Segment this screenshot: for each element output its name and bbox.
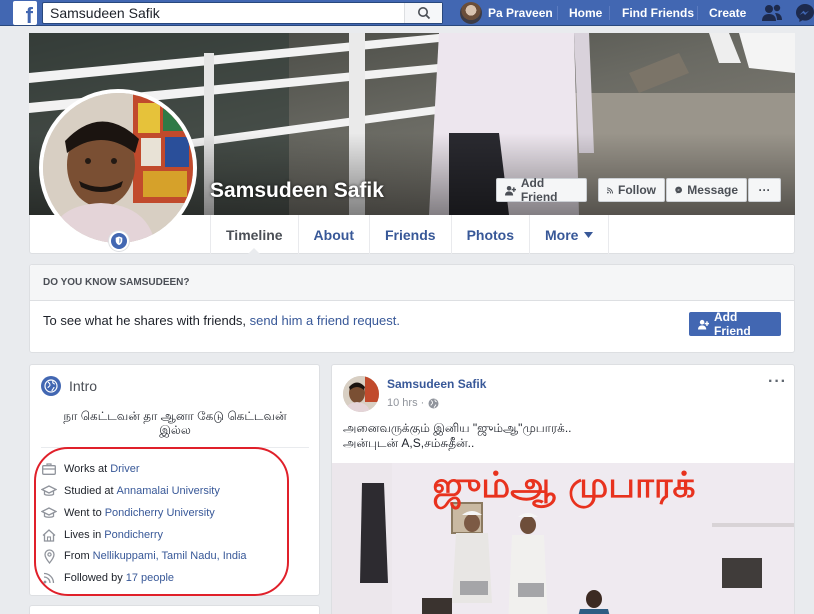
rss-icon xyxy=(607,187,613,194)
post-text: அனைவருக்கும் இனிய "ஜும்ஆ"முபாரக்.. அன்பு… xyxy=(343,421,572,451)
tab-more-label: More xyxy=(545,226,579,243)
nav-divider xyxy=(609,6,610,20)
follow-button[interactable]: Follow xyxy=(598,178,665,202)
profile-guard-shield-icon xyxy=(109,231,129,251)
friend-requests-icon[interactable] xyxy=(761,3,783,23)
do-you-know-text-prefix: To see what he shares with friends, xyxy=(43,313,250,328)
top-navigation-bar: f Pa Praveen Home Find Friends Create xyxy=(0,0,814,26)
add-friend-icon xyxy=(698,319,709,330)
post-time-text: 10 hrs · xyxy=(387,397,425,409)
message-label: Message xyxy=(687,183,738,197)
tab-photos[interactable]: Photos xyxy=(450,215,529,254)
messenger-icon xyxy=(675,186,682,194)
add-friend-icon xyxy=(505,185,516,195)
add-friend-label: Add Friend xyxy=(520,176,558,204)
tab-about-label: About xyxy=(313,226,354,243)
tab-timeline[interactable]: Timeline xyxy=(210,215,298,254)
post-author-avatar[interactable] xyxy=(343,376,379,412)
user-avatar xyxy=(460,2,482,24)
globe-icon xyxy=(41,376,61,396)
post-image-title: ஜும்ஆ முபாரக் xyxy=(432,465,696,506)
add-friend-button[interactable]: Add Friend xyxy=(496,176,587,204)
add-friend-button-secondary[interactable]: Add Friend xyxy=(689,310,781,338)
timeline-post: Samsudeen Safik 10 hrs · ··· அனைவருக்கும… xyxy=(331,364,795,614)
search-input[interactable] xyxy=(43,3,405,23)
nav-divider xyxy=(697,6,698,20)
profile-name: Samsudeen Safik xyxy=(210,179,384,202)
nav-divider xyxy=(557,6,558,20)
intro-heading: Intro xyxy=(41,376,97,396)
tab-friends[interactable]: Friends xyxy=(368,215,451,254)
add-friend-label: Add Friend xyxy=(713,310,751,338)
follow-label: Follow xyxy=(618,183,656,197)
nav-profile-link[interactable]: Pa Praveen xyxy=(460,2,553,24)
do-you-know-text: To see what he shares with friends, send… xyxy=(43,313,400,328)
post-author-name[interactable]: Samsudeen Safik xyxy=(387,377,486,391)
tab-about[interactable]: About xyxy=(297,215,369,254)
globe-privacy-icon xyxy=(428,398,439,408)
caret-down-icon xyxy=(584,231,594,238)
tab-photos-label: Photos xyxy=(466,226,515,243)
post-options-button[interactable]: ··· xyxy=(768,373,787,391)
facebook-logo-icon[interactable]: f xyxy=(13,1,37,25)
post-image[interactable]: ஜும்ஆ முபாரக் xyxy=(332,463,794,614)
tab-more[interactable]: More xyxy=(529,215,610,254)
message-button[interactable]: Message xyxy=(666,178,747,202)
red-annotation-ellipse xyxy=(34,447,289,596)
next-card xyxy=(29,605,320,614)
search-button[interactable] xyxy=(404,3,442,23)
post-text-line-2: அன்புடன் A,S,சம்சுதீன்.. xyxy=(343,436,475,450)
do-you-know-heading: DO YOU KNOW SAMSUDEEN? xyxy=(30,265,794,301)
messenger-icon[interactable] xyxy=(795,3,814,23)
more-options-icon: ··· xyxy=(758,183,771,197)
send-friend-request-link[interactable]: send him a friend request. xyxy=(250,313,400,328)
search-box xyxy=(42,2,443,24)
profile-photo xyxy=(43,93,193,243)
post-avatar-image xyxy=(343,376,379,412)
nav-create-link[interactable]: Create xyxy=(709,6,746,20)
tab-friends-label: Friends xyxy=(384,226,436,243)
intro-title: Intro xyxy=(69,378,98,394)
tab-timeline-label: Timeline xyxy=(226,226,283,243)
profile-picture[interactable] xyxy=(39,89,197,247)
user-name: Pa Praveen xyxy=(488,6,553,20)
post-timestamp[interactable]: 10 hrs · xyxy=(387,397,439,409)
nav-find-friends-link[interactable]: Find Friends xyxy=(622,6,694,20)
search-icon xyxy=(417,7,430,20)
profile-photo-image xyxy=(43,93,193,243)
post-text-line-1: அனைவருக்கும் இனிய "ஜும்ஆ"முபாரக்.. xyxy=(343,421,572,435)
more-options-button[interactable]: ··· xyxy=(748,178,781,202)
intro-bio: நா கெட்டவன் தா ஆனா கேடு கெட்டவன் இல்ல xyxy=(63,409,287,437)
profile-tabs: Timeline About Friends Photos More xyxy=(210,215,610,254)
nav-home-link[interactable]: Home xyxy=(569,6,602,20)
do-you-know-card: DO YOU KNOW SAMSUDEEN? To see what he sh… xyxy=(29,264,795,353)
